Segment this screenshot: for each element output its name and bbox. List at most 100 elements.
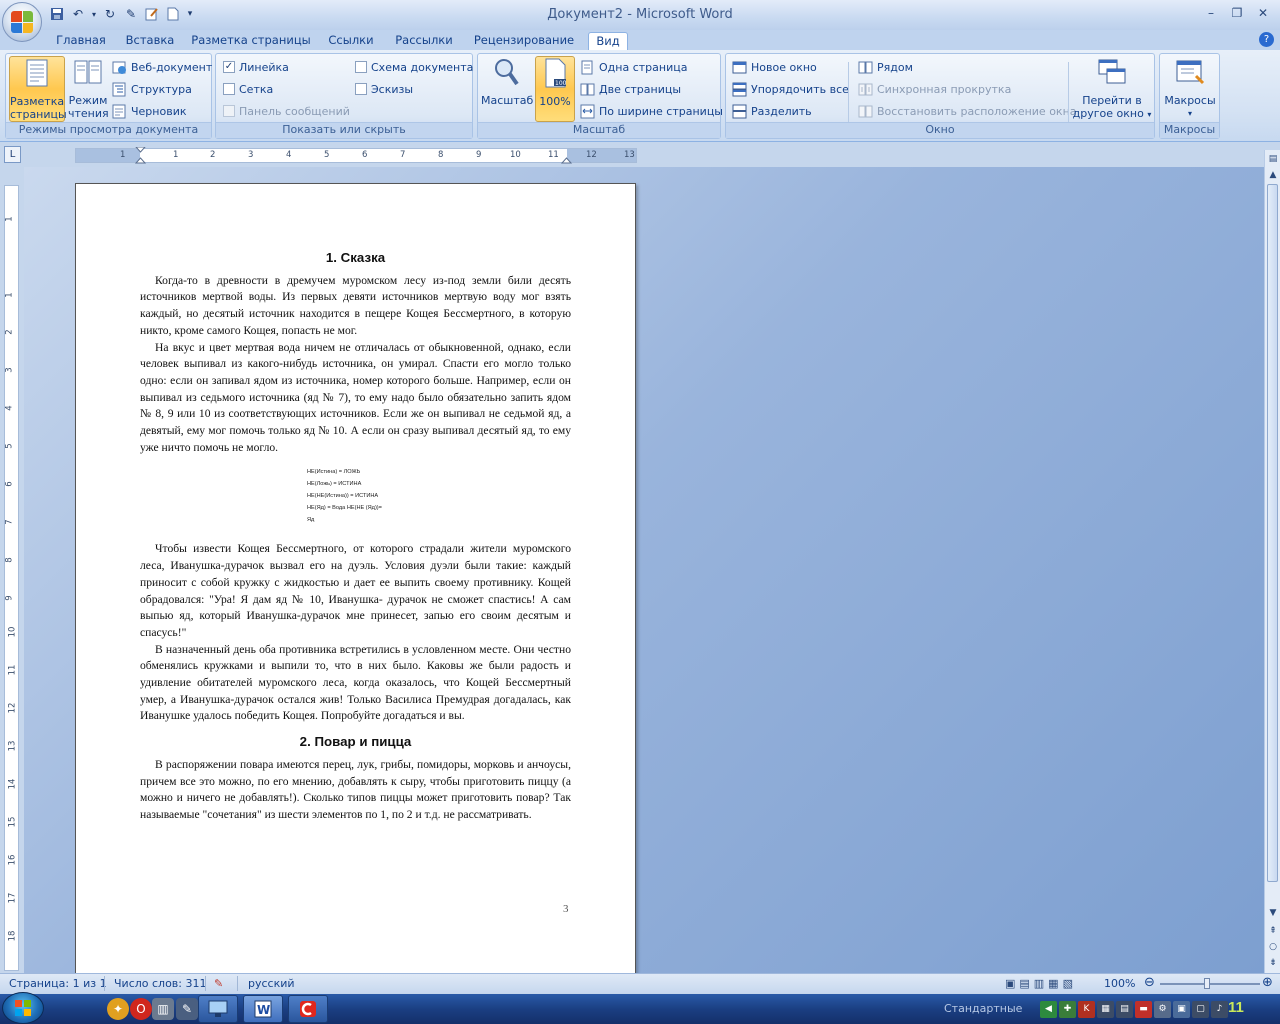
restore-icon[interactable]: ❐ [1226,4,1248,22]
document-map-checkbox[interactable]: Схема документа [355,58,473,76]
one-page-button[interactable]: Одна страница [580,58,687,76]
reading-label: Режим чтения [68,94,109,120]
gridlines-checkbox[interactable]: Сетка [223,80,273,98]
office-button[interactable] [2,2,42,42]
two-pages-button[interactable]: Две страницы [580,80,681,98]
quicklaunch-tools-icon[interactable]: ✎ [176,998,198,1020]
tray-network-icon[interactable]: ✚ [1059,1000,1076,1018]
close-icon[interactable]: ✕ [1252,4,1274,22]
ruler-mark: 13 [624,150,635,160]
paragraph-5[interactable]: В распоряжении повара имеются перец, лук… [140,757,571,824]
tray-icon[interactable]: ◀ [1040,1000,1057,1018]
quicklaunch-folder-icon[interactable]: ▥ [152,998,174,1020]
next-page-icon[interactable]: ⇟ [1266,956,1280,970]
language-bar[interactable]: Стандартные [944,1002,1022,1015]
taskbar-task-desktop[interactable] [198,995,238,1023]
sync-scroll-button[interactable]: Синхронная прокрутка [858,80,1011,98]
document-page[interactable]: 1. Сказка Когда-то в древности в дремуче… [75,183,636,973]
previous-page-icon[interactable]: ⇞ [1266,924,1280,938]
tab-page-layout[interactable]: Разметка страницы [190,32,312,50]
zoom-in-icon[interactable]: ⊕ [1262,975,1273,990]
split-button[interactable]: Разделить [732,102,812,120]
web-layout-button[interactable]: Веб-документ [112,58,212,76]
ruler-mark: 11 [548,150,559,160]
view-ruler-toggle-icon[interactable]: ▤ [1266,152,1280,166]
thumbnails-checkbox[interactable]: Эскизы [355,80,413,98]
zoom-level[interactable]: 100% [1104,977,1135,990]
page-content[interactable]: 1. Сказка Когда-то в древности в дремуче… [140,250,571,824]
switch-windows-button[interactable]: Перейти в другое окно ▾ [1072,56,1152,122]
tray-keyboard-icon[interactable]: ▤ [1116,1000,1133,1018]
draft-button[interactable]: Черновик [112,102,187,120]
ruler-mark: 10 [510,150,521,160]
zoom-out-icon[interactable]: ⊖ [1144,975,1155,990]
tab-review[interactable]: Рецензирование [468,32,580,50]
full-screen-reading-button[interactable]: Режим чтения [68,56,109,122]
word-count[interactable]: Число слов: 311 [114,977,207,990]
right-indent-marker-icon[interactable] [561,153,573,165]
start-button[interactable] [2,992,44,1024]
tab-view[interactable]: Вид [588,32,628,50]
message-bar-label: Панель сообщений [239,104,350,118]
page-width-button[interactable]: По ширине страницы [580,102,723,120]
formula-block[interactable]: НЕ(Истина) = ЛОЖЬ НЕ(Ложь) = ИСТИНА НЕ(Н… [307,466,571,526]
taskbar-task-app[interactable] [288,995,328,1023]
zoom-slider-thumb[interactable] [1204,978,1210,989]
new-window-button[interactable]: Новое окно [732,58,817,76]
tray-settings-icon[interactable]: ⚙ [1154,1000,1171,1018]
vertical-ruler[interactable]: 1 1 2 3 4 5 6 7 8 9 10 11 12 13 14 15 16… [4,185,19,971]
zoom-slider[interactable] [1160,983,1260,985]
paragraph-4[interactable]: В назначенный день оба противника встрет… [140,642,571,726]
vertical-scrollbar[interactable]: ▤ ▲ ▼ ⇞ ○ ⇟ [1264,150,1280,973]
clock[interactable]: 11 [1228,999,1244,1016]
select-browse-object-icon[interactable]: ○ [1266,940,1280,954]
tray-window-icon[interactable]: ▢ [1192,1000,1209,1018]
language-indicator[interactable]: русский [248,977,295,990]
heading-fairy-tale[interactable]: 1. Сказка [140,250,571,267]
ruler-checkbox[interactable]: ✓ Линейка [223,58,289,76]
spelling-check-icon[interactable]: ✎ [214,977,223,990]
arrange-all-button[interactable]: Упорядочить все [732,80,849,98]
paragraph-3[interactable]: Чтобы извести Кощея Бессмертного, от кот… [140,541,571,641]
paragraph-1[interactable]: Когда-то в древности в дремучем муромско… [140,273,571,340]
zoom-100-button[interactable]: 100 100% [535,56,575,122]
page-number: 3 [563,903,569,915]
help-icon[interactable]: ? [1259,32,1274,47]
tab-mailings[interactable]: Рассылки [390,32,458,50]
heading-cook-pizza[interactable]: 2. Повар и пицца [140,734,571,751]
view-buttons[interactable]: ▣▤▥▦▧ [1005,977,1077,990]
quicklaunch-app-icon[interactable]: ✦ [107,998,129,1020]
scroll-down-icon[interactable]: ▼ [1266,906,1280,920]
svg-text:W: W [257,1003,270,1017]
taskbar-task-word[interactable]: W [243,995,283,1023]
tab-selector[interactable]: L [4,146,21,163]
word-icon: W [254,1000,272,1018]
scroll-thumb[interactable] [1267,184,1278,882]
tray-device-icon[interactable]: ▣ [1173,1000,1190,1018]
tray-flag-icon[interactable]: ▬ [1135,1000,1152,1018]
minimize-icon[interactable]: – [1200,4,1222,22]
indent-marker-icon[interactable] [135,147,147,165]
zoom-label: Масштаб [481,94,534,107]
message-bar-checkbox[interactable]: Панель сообщений [223,102,350,120]
page-count[interactable]: Страница: 1 из 1 [9,977,107,990]
print-layout-icon [26,59,48,87]
tray-display-icon[interactable]: ▦ [1097,1000,1114,1018]
side-by-side-button[interactable]: Рядом [858,58,913,76]
opera-icon[interactable]: O [130,998,152,1020]
tab-insert[interactable]: Вставка [118,32,182,50]
paragraph-2[interactable]: На вкус и цвет мертвая вода ничем не отл… [140,340,571,457]
print-layout-button[interactable]: Разметка страницы [9,56,67,122]
tab-home[interactable]: Главная [50,32,112,50]
macros-button[interactable]: Макросы ▾ [1163,56,1217,122]
scroll-up-icon[interactable]: ▲ [1266,168,1280,182]
tray-antivirus-icon[interactable]: K [1078,1000,1095,1018]
vruler-mark: 2 [4,329,15,335]
zoom-button[interactable]: Масштаб [481,56,533,122]
horizontal-ruler[interactable]: 1 1 2 3 4 5 6 7 8 9 10 11 12 13 [75,147,637,165]
outline-button[interactable]: Структура [112,80,192,98]
reset-window-position-button[interactable]: Восстановить расположение окна [858,102,1077,120]
tab-references[interactable]: Ссылки [322,32,380,50]
tray-volume-icon[interactable]: ♪ [1211,1000,1228,1018]
document-workspace[interactable]: 1. Сказка Когда-то в древности в дремуче… [24,167,1264,973]
